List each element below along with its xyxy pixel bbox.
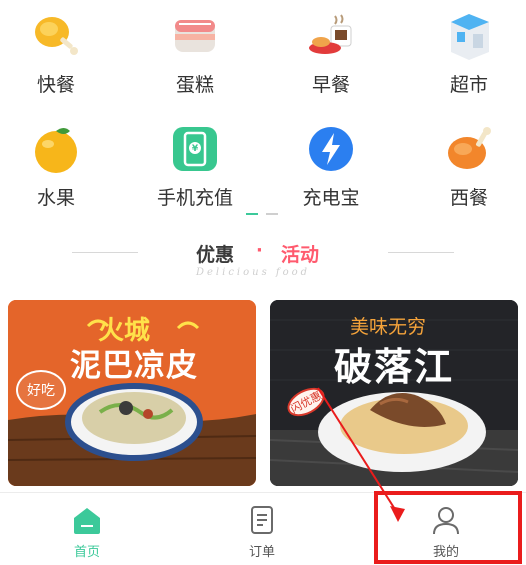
category-label: 手机充值 <box>156 187 233 209</box>
section-title: 优惠 <box>196 244 235 266</box>
tab-label: 订单 <box>248 545 275 560</box>
promo-title: 破落江 <box>334 345 455 389</box>
cake-icon <box>167 8 223 64</box>
supermarket-icon <box>441 8 497 64</box>
section-title-dot: · <box>256 240 263 261</box>
promo-card-poluojiang[interactable]: 美味无穷 破落江 闪优惠 <box>270 300 518 486</box>
category-label: 蛋糕 <box>175 74 214 96</box>
category-label: 快餐 <box>36 74 75 96</box>
promo-title: 泥巴凉皮 <box>70 348 198 384</box>
divider-right <box>388 252 454 253</box>
page-indicator-active <box>246 213 258 215</box>
divider-left <box>72 252 138 253</box>
category-breakfast[interactable]: 早餐 <box>276 8 386 97</box>
category-fast-food[interactable]: 快餐 <box>1 8 111 97</box>
orange-icon <box>28 121 84 177</box>
category-label: 充电宝 <box>302 187 360 209</box>
category-western-food[interactable]: 西餐 <box>414 121 524 210</box>
svg-text:¥: ¥ <box>192 144 199 154</box>
phone-recharge-icon: ¥ <box>167 121 223 177</box>
category-fruit[interactable]: 水果 <box>1 121 111 210</box>
order-icon <box>245 503 279 537</box>
section-title-accent: 活动 <box>281 244 320 266</box>
annotation-highlight-box <box>374 491 522 564</box>
power-bank-icon <box>303 121 359 177</box>
page-indicator-inactive <box>266 213 278 215</box>
category-phone-recharge[interactable]: ¥ 手机充值 <box>140 121 250 210</box>
home-icon <box>70 503 104 537</box>
promo-card-liangpi[interactable]: 火城 泥巴凉皮 好吃 <box>8 300 256 486</box>
tab-home[interactable]: 首页 <box>37 503 137 560</box>
section-subtitle: Delicious food <box>196 267 311 278</box>
category-label: 西餐 <box>449 187 488 209</box>
category-supermarket[interactable]: 超市 <box>414 8 524 97</box>
breakfast-icon <box>303 8 359 64</box>
promo-brand: 美味无穷 <box>350 316 427 338</box>
category-cake[interactable]: 蛋糕 <box>140 8 250 97</box>
roast-chicken-icon <box>441 121 497 177</box>
tab-label: 首页 <box>73 545 100 560</box>
category-power-bank[interactable]: 充电宝 <box>276 121 386 210</box>
category-label: 超市 <box>449 74 488 96</box>
category-label: 水果 <box>36 187 75 209</box>
promo-tag: 好吃 <box>16 370 66 410</box>
tab-orders[interactable]: 订单 <box>212 503 312 560</box>
page-indicator <box>246 213 282 216</box>
category-label: 早餐 <box>311 74 350 96</box>
fried-chicken-icon <box>28 8 84 64</box>
